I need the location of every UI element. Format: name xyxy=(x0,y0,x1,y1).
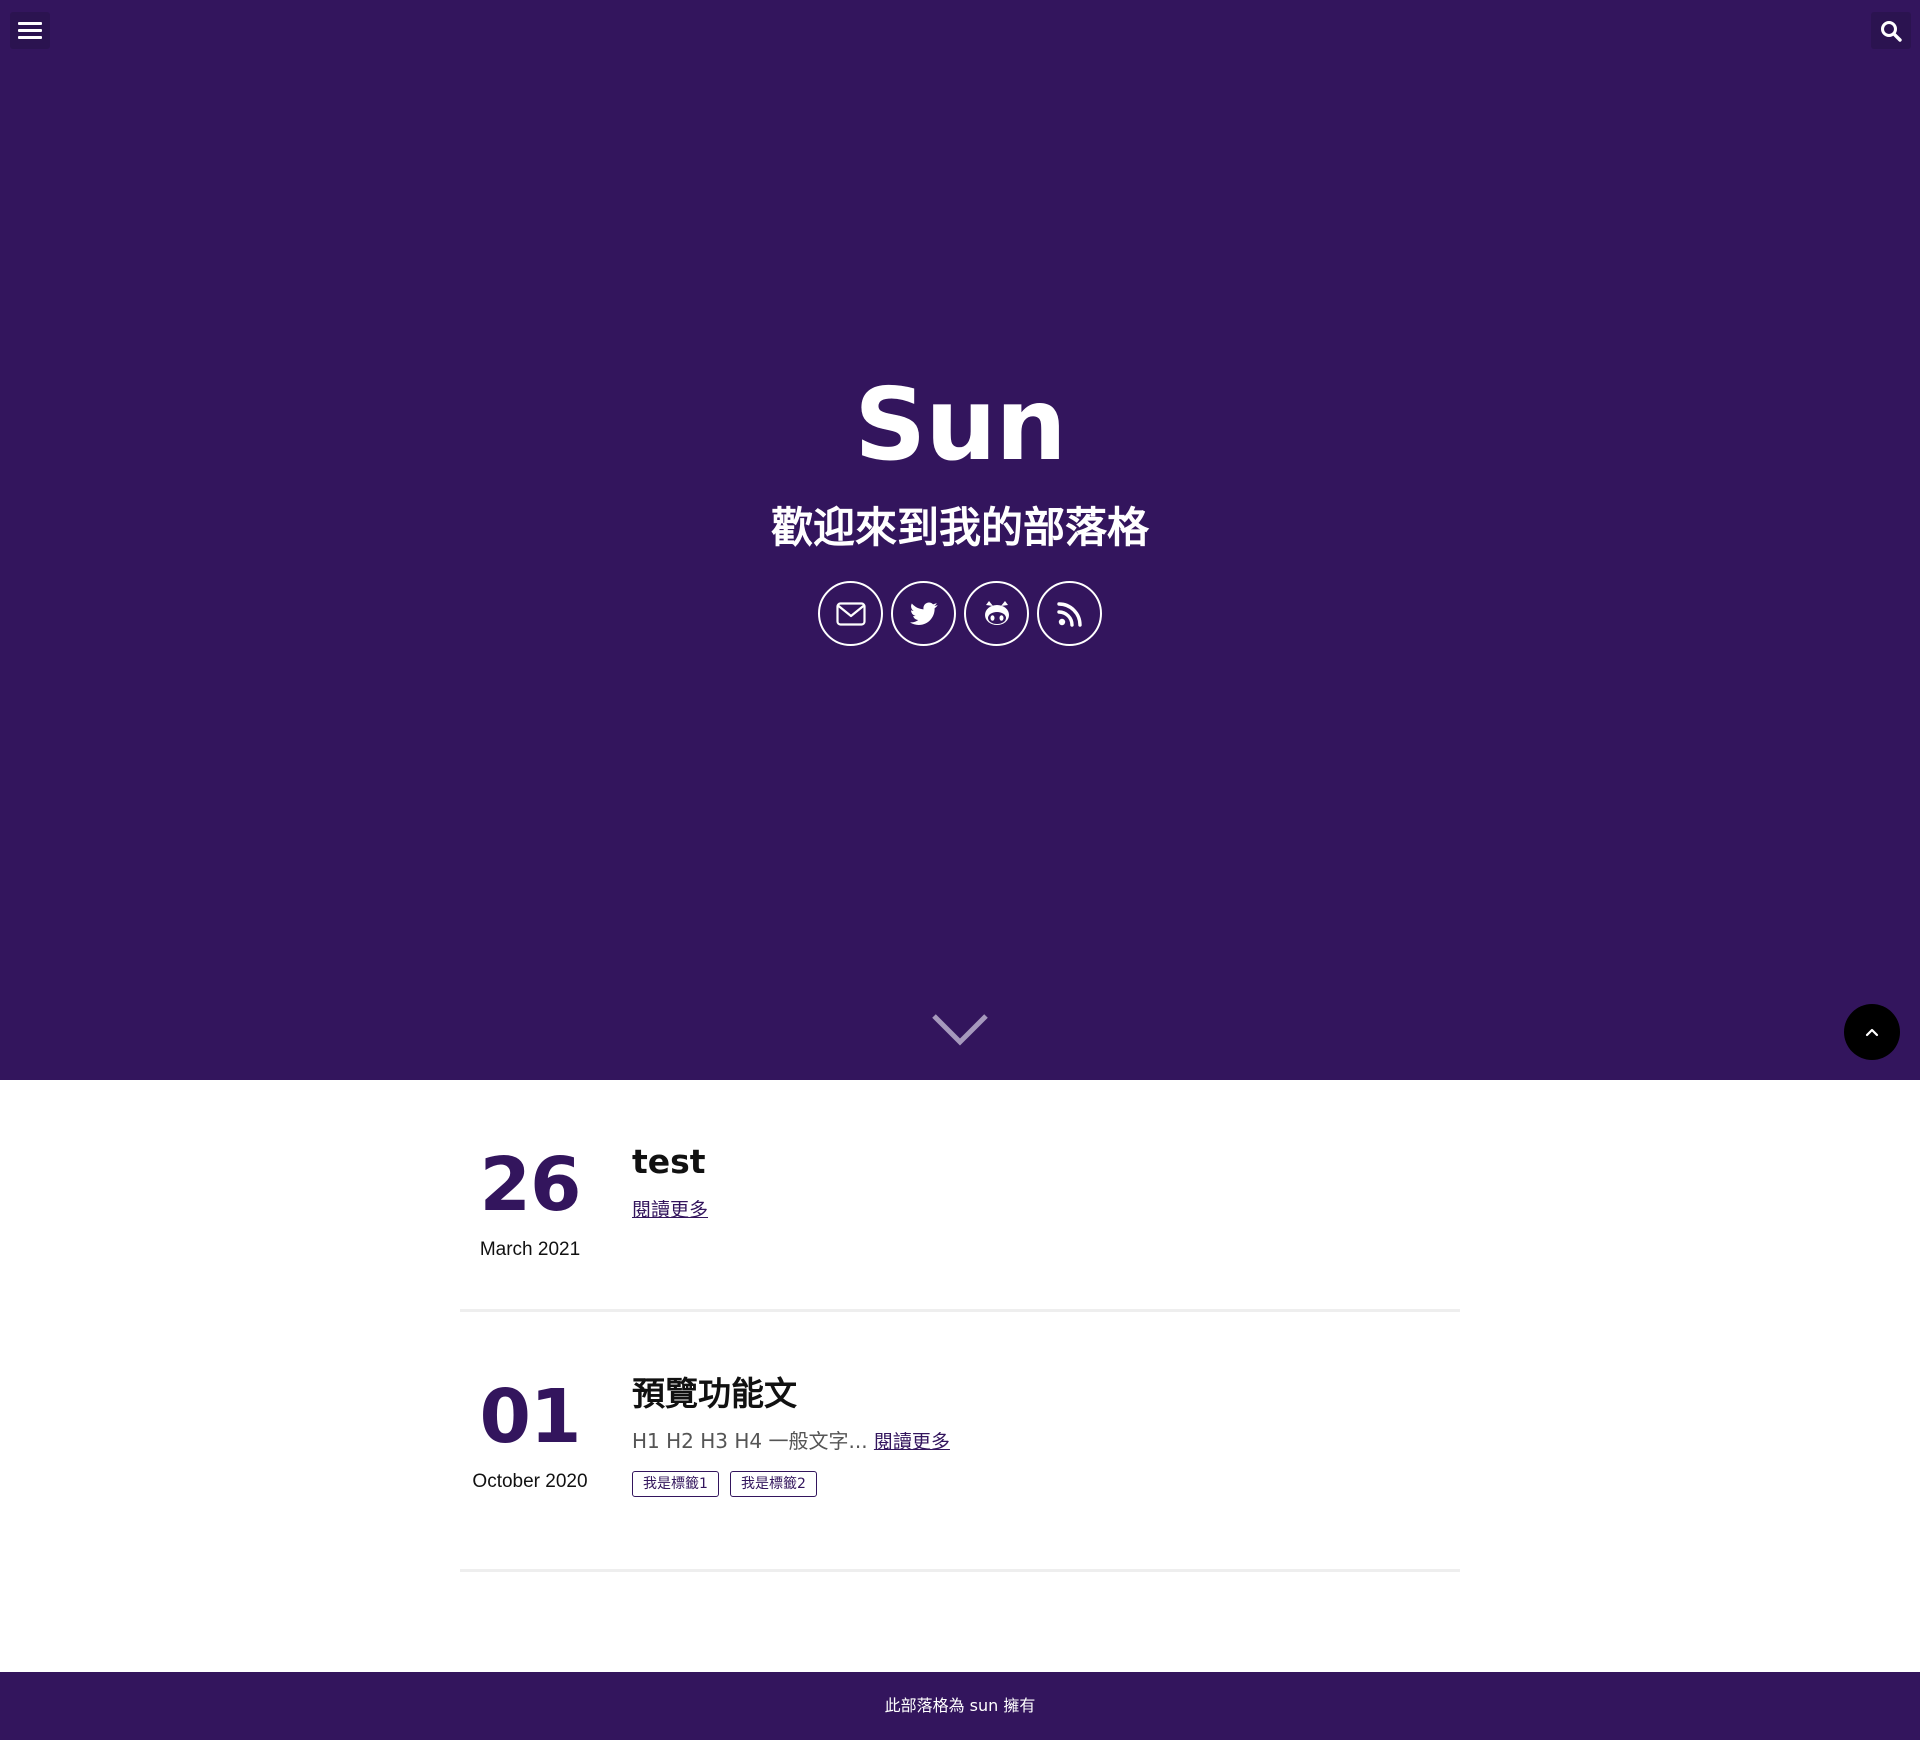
post-body: 預覽功能文 H1 H2 H3 H4 一般文字... 閱讀更多 我是標籤1 我是標… xyxy=(632,1372,1452,1497)
post-date: 01 October 2020 xyxy=(460,1372,600,1494)
post-day: 01 xyxy=(479,1374,582,1460)
tag-badge[interactable]: 我是標籤2 xyxy=(730,1471,817,1497)
menu-button[interactable] xyxy=(10,12,50,49)
chevron-down-icon xyxy=(932,1014,988,1046)
site-subtitle: 歡迎來到我的部落格 xyxy=(770,503,1149,552)
chevron-up-icon xyxy=(1865,1028,1879,1037)
post-body: test 閱讀更多 xyxy=(632,1140,1452,1225)
post-title[interactable]: test xyxy=(632,1140,1452,1184)
github-icon xyxy=(984,600,1009,625)
post-title[interactable]: 預覽功能文 xyxy=(632,1372,1452,1416)
post-day: 26 xyxy=(479,1142,582,1228)
post-excerpt: H1 H2 H3 H4 一般文字... 閱讀更多 xyxy=(632,1426,1452,1457)
tag-badge[interactable]: 我是標籤1 xyxy=(632,1471,719,1497)
rss-icon xyxy=(1056,601,1082,627)
post-item: 01 October 2020 預覽功能文 H1 H2 H3 H4 一般文字..… xyxy=(460,1312,1460,1572)
footer-text: 此部落格為 sun 擁有 xyxy=(884,1696,1036,1715)
search-icon xyxy=(1881,21,1902,42)
email-button[interactable] xyxy=(818,581,883,646)
post-month-year: October 2020 xyxy=(472,1471,588,1492)
github-button[interactable] xyxy=(964,581,1029,646)
post-excerpt: 閱讀更多 xyxy=(632,1194,1452,1225)
envelope-icon xyxy=(835,601,866,626)
read-more-link[interactable]: 閱讀更多 xyxy=(874,1431,950,1453)
back-to-top-button[interactable] xyxy=(1844,1004,1900,1060)
post-date: 26 March 2021 xyxy=(460,1140,600,1262)
post-excerpt-text: H1 H2 H3 H4 一般文字... xyxy=(632,1429,868,1453)
scroll-down-button[interactable] xyxy=(930,1010,990,1050)
hamburger-menu-icon-bar xyxy=(18,29,42,32)
hamburger-menu-icon-bar xyxy=(18,36,42,39)
post-tags: 我是標籤1 我是標籤2 xyxy=(632,1471,1452,1497)
read-more-link[interactable]: 閱讀更多 xyxy=(632,1199,708,1221)
twitter-icon xyxy=(909,601,938,625)
twitter-button[interactable] xyxy=(891,581,956,646)
hamburger-menu-icon xyxy=(18,22,42,25)
hero-banner: Sun 歡迎來到我的部落格 xyxy=(0,0,1920,1080)
site-title: Sun xyxy=(854,366,1066,483)
search-button[interactable] xyxy=(1871,12,1911,49)
post-month-year: March 2021 xyxy=(479,1239,581,1260)
rss-button[interactable] xyxy=(1037,581,1102,646)
social-links xyxy=(818,581,1102,647)
post-item: 26 March 2021 test 閱讀更多 xyxy=(460,1080,1460,1312)
footer: 此部落格為 sun 擁有 xyxy=(0,1672,1920,1740)
